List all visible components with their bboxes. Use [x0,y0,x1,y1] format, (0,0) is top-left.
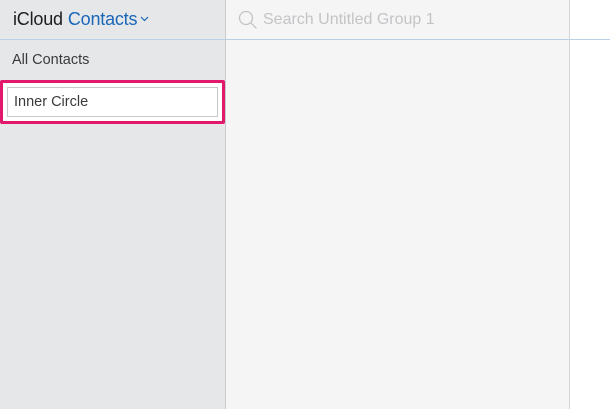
group-name-field[interactable]: Inner Circle [14,94,88,110]
search-bar [226,0,569,40]
icloud-contacts-window: iCloud Contacts All Contacts Inner Circl… [0,0,610,409]
search-icon [238,10,257,29]
contact-list-pane [226,0,570,409]
contact-detail-pane [570,0,610,409]
brand-label: iCloud [13,9,63,29]
sidebar-header: iCloud Contacts [0,0,225,40]
app-switcher-button[interactable]: Contacts [68,9,149,30]
app-name-label: Contacts [67,9,138,29]
detail-header [570,0,610,40]
chevron-down-icon [140,16,149,22]
sidebar-item-all-contacts[interactable]: All Contacts [0,41,225,79]
sidebar-item-inner-circle[interactable]: Inner Circle [0,80,225,124]
search-input[interactable] [263,10,553,29]
groups-sidebar: iCloud Contacts All Contacts Inner Circl… [0,0,226,409]
